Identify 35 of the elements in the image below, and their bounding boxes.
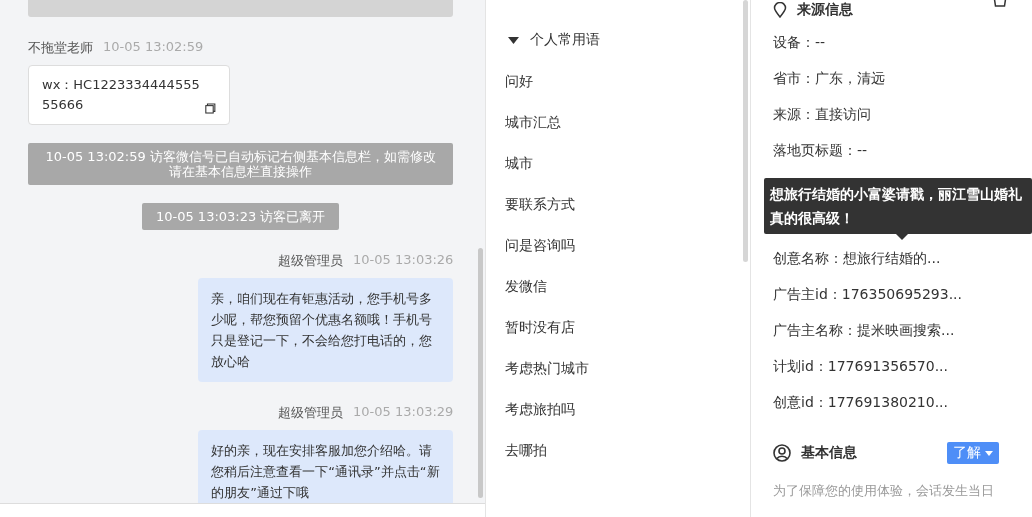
info-row-text: 省市：广东，清远 [773, 69, 886, 88]
phrase-item[interactable]: 去哪拍 [505, 441, 750, 459]
notice-text: 为了保障您的使用体验，会话发生当日 [773, 482, 995, 500]
system-notice: 10-05 13:03:23 访客已离开 [141, 203, 340, 230]
phrase-item[interactable]: 发微信 [505, 277, 750, 295]
message-bubble: 亲，咱们现在有钜惠活动，您手机号多少呢，帮您预留个优惠名额哦！手机号只是登记一下，不会给您打电话的，您放心哈 [198, 278, 454, 382]
info-row-text: 落地页标题：-- [773, 141, 869, 160]
info-row-text: 计划id：177691356570... [773, 357, 950, 376]
section-title: 基本信息 [801, 444, 857, 462]
tooltip: 想旅行结婚的小富婆请戳，丽江雪山婚礼真的很高级！ [764, 178, 1032, 234]
phrase-item[interactable]: 城市汇总 [505, 113, 750, 131]
message-time: 10-05 13:02:59 [103, 39, 204, 56]
info-row-text: 设备：-- [773, 33, 827, 52]
message-text: wx：HC122333444455555666 [42, 76, 201, 114]
system-notice: 10-05 13:02:59 访客微信号已自动标记右侧基本信息栏，如需修改请在基本信息栏直接操作 [28, 143, 454, 185]
info-row-text: 广告主名称：提米映画搜索... [773, 321, 956, 340]
info-row-text: 来源：直接访问 [773, 105, 872, 124]
info-row-text: 创意名称：想旅行结婚的... [773, 249, 942, 268]
phrase-item[interactable]: 暂时没有店 [505, 318, 750, 336]
phrase-item[interactable]: 考虑热门城市 [505, 359, 750, 377]
sender-name: 超级管理员 [278, 404, 344, 422]
phrase-item[interactable]: 要联系方式 [505, 195, 750, 213]
phrase-group-header[interactable]: 个人常用语 [508, 31, 750, 49]
section-title: 来源信息 [797, 1, 853, 19]
phrase-item[interactable]: 考虑旅拍吗 [505, 400, 750, 418]
info-row-text: 创意id：177691380210... [773, 393, 950, 412]
message-time: 10-05 13:03:29 [353, 404, 454, 421]
message-time: 10-05 13:03:26 [353, 252, 454, 269]
sender-name: 不拖堂老师 [28, 39, 93, 57]
sender-name: 超级管理员 [278, 252, 344, 270]
info-row-text: 广告主id：176350695293... [773, 285, 964, 304]
message-bubble: 好的亲，现在安排客服加您介绍哈。请您稍后注意查看一下“通讯录”并点击“新的朋友”通过下哦 [198, 430, 454, 503]
phrase-item[interactable]: 问是咨询吗 [505, 236, 750, 254]
phrase-item[interactable]: 城市 [505, 154, 750, 172]
phrase-item[interactable]: 问好 [505, 72, 750, 90]
